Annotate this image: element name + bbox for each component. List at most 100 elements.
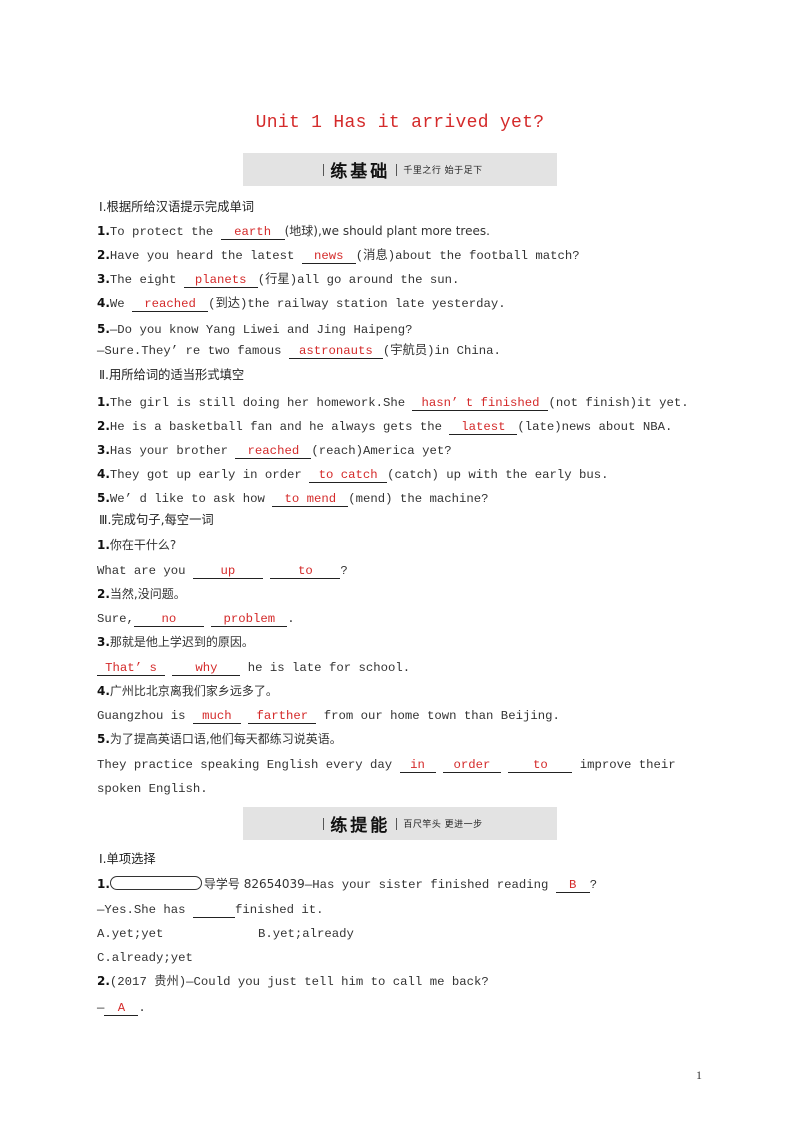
- question-row: 3.The eight planets (行星)all go around the…: [97, 271, 459, 288]
- answer-blank: reached: [132, 297, 209, 312]
- answer-blank: B: [555, 878, 590, 893]
- question-text: The eight: [109, 273, 184, 287]
- answer-blank: to: [508, 758, 573, 773]
- question-text: (not finish)it yet.: [548, 396, 689, 410]
- section-banner-advanced: 练提能 百尺竿头 更进一步: [243, 807, 557, 840]
- question-text: They got up early in order: [109, 468, 310, 482]
- question-text: (消息)about the football match?: [355, 249, 580, 263]
- question-text: from our home town than Beijing.: [316, 709, 560, 723]
- answer-blank: no: [133, 612, 204, 627]
- answer-blank: planets: [183, 273, 258, 288]
- divider: [323, 817, 325, 830]
- question-text: Have you heard the latest: [109, 249, 302, 263]
- question-text: (行星)all go around the sun.: [257, 273, 460, 287]
- question-text: —Do you know Yang Liwei and Jing Haipeng…: [109, 323, 413, 337]
- answer-blank: news: [301, 249, 356, 264]
- question-row: —Sure.They’ re two famous astronauts (宇航员…: [97, 343, 501, 359]
- question-text: He is a basketball fan and he always get…: [109, 420, 450, 434]
- question-number: 2.: [97, 974, 110, 988]
- answer-row: Sure, no problem.: [97, 611, 295, 627]
- prompt-row: 4.广州比北京离我们家乡远多了。: [97, 683, 278, 700]
- prompt-row: 5.为了提高英语口语,他们每天都练习说英语。: [97, 731, 342, 748]
- question-text: (catch) up with the early bus.: [387, 468, 609, 482]
- guide-number: 导学号 82654039: [203, 877, 305, 891]
- prompt-row: 2.当然,没问题。: [97, 586, 186, 603]
- question-text: What are you: [97, 564, 193, 578]
- question-text: Sure,: [97, 612, 134, 626]
- question-number: 2.: [97, 587, 110, 601]
- question-text: .: [287, 612, 295, 626]
- question-text: We: [109, 297, 133, 311]
- question-number: 3.: [97, 272, 110, 286]
- question-row: — A.: [97, 1000, 146, 1016]
- question-number: 1.: [97, 395, 110, 409]
- question-number: 2.: [97, 248, 110, 262]
- answer-row: What are you up to?: [97, 563, 348, 579]
- question-text: improve their: [572, 758, 676, 772]
- question-text: ?: [340, 564, 348, 578]
- question-text: —: [97, 1001, 105, 1015]
- answer-blank: reached: [235, 444, 312, 459]
- question-row: 1.The girl is still doing her homework.S…: [97, 394, 689, 411]
- question-row: 2.Have you heard the latest news (消息)abou…: [97, 247, 580, 264]
- divider: [396, 817, 398, 830]
- empty-blank: [192, 903, 235, 918]
- answer-blank: to catch: [309, 468, 388, 483]
- answer-blank: in: [399, 758, 436, 773]
- question-row: 4.They got up early in order to catch (ca…: [97, 466, 609, 483]
- answer-row: Guangzhou is much farther from our home …: [97, 708, 560, 724]
- question-number: 2.: [97, 419, 110, 433]
- question-number: 3.: [97, 443, 110, 457]
- question-text: .: [138, 1001, 146, 1015]
- question-text: —Yes.She has: [97, 903, 193, 917]
- prompt-row: 3.那就是他上学迟到的原因。: [97, 634, 254, 651]
- question-number: 1.: [97, 877, 110, 891]
- option-row: A.yet;yet B.yet;already: [97, 926, 354, 942]
- guide-number-box: [109, 876, 202, 890]
- unit-title: Unit 1 Has it arrived yet?: [255, 113, 545, 133]
- section-banner-basic: 练基础 千里之行 始于足下: [243, 153, 557, 186]
- question-text: (宇航员)in China.: [382, 344, 501, 358]
- answer-blank: latest: [449, 420, 518, 435]
- question-row: 5.—Do you know Yang Liwei and Jing Haipe…: [97, 321, 412, 338]
- question-row: 3.Has your brother reached (reach)America…: [97, 442, 452, 459]
- question-number: 5.: [97, 322, 110, 336]
- part1-heading: Ⅰ.根据所给汉语提示完成单词: [99, 200, 255, 214]
- answer-blank: much: [192, 709, 241, 724]
- question-number: 4.: [97, 467, 110, 481]
- banner-sub-text: 百尺竿头 更进一步: [403, 820, 483, 830]
- answer-blank: up: [192, 564, 263, 579]
- question-text: Has your brother: [109, 444, 236, 458]
- answer-blank: astronauts: [288, 344, 383, 359]
- question-text: We’ d like to ask how: [109, 492, 273, 506]
- question-text: (到达)the railway station late yesterday.: [208, 297, 506, 311]
- answer-row-continued: spoken English.: [97, 782, 208, 796]
- chinese-prompt: 当然,没问题。: [109, 587, 186, 601]
- chinese-prompt: 为了提高英语口语,他们每天都练习说英语。: [109, 732, 342, 746]
- answer-blank: farther: [248, 709, 317, 724]
- banner-sub-text: 千里之行 始于足下: [403, 166, 483, 176]
- answer-blank: problem: [211, 612, 288, 627]
- question-text: Guangzhou is: [97, 709, 193, 723]
- option-a: A.yet;yet: [97, 927, 164, 941]
- option-b: B.yet;already: [258, 927, 354, 941]
- question-number: 4.: [97, 684, 110, 698]
- question-text: To protect the: [109, 225, 221, 239]
- page-number: 1: [696, 1068, 702, 1082]
- question-row: 1.To protect the earth (地球),we should pla…: [97, 223, 490, 240]
- question-row: 5.We’ d like to ask how to mend (mend) th…: [97, 490, 489, 507]
- question-text: finished it.: [234, 903, 324, 917]
- answer-blank: order: [442, 758, 501, 773]
- question-text: —Has your sister finished reading: [304, 878, 556, 892]
- chinese-prompt: 那就是他上学迟到的原因。: [109, 635, 254, 649]
- part3-heading: Ⅲ.完成句子,每空一词: [99, 513, 214, 527]
- question-number: 5.: [97, 491, 110, 505]
- option-c: C.already;yet: [97, 951, 193, 965]
- answer-blank: That’ s: [97, 661, 165, 676]
- divider: [323, 163, 325, 176]
- chinese-prompt: 你在干什么?: [109, 538, 177, 552]
- question-row: 4.We reached (到达)the railway station late…: [97, 295, 506, 312]
- question-text: The girl is still doing her homework.She: [109, 396, 413, 410]
- question-number: 1.: [97, 224, 110, 238]
- answer-blank: to mend: [272, 492, 349, 507]
